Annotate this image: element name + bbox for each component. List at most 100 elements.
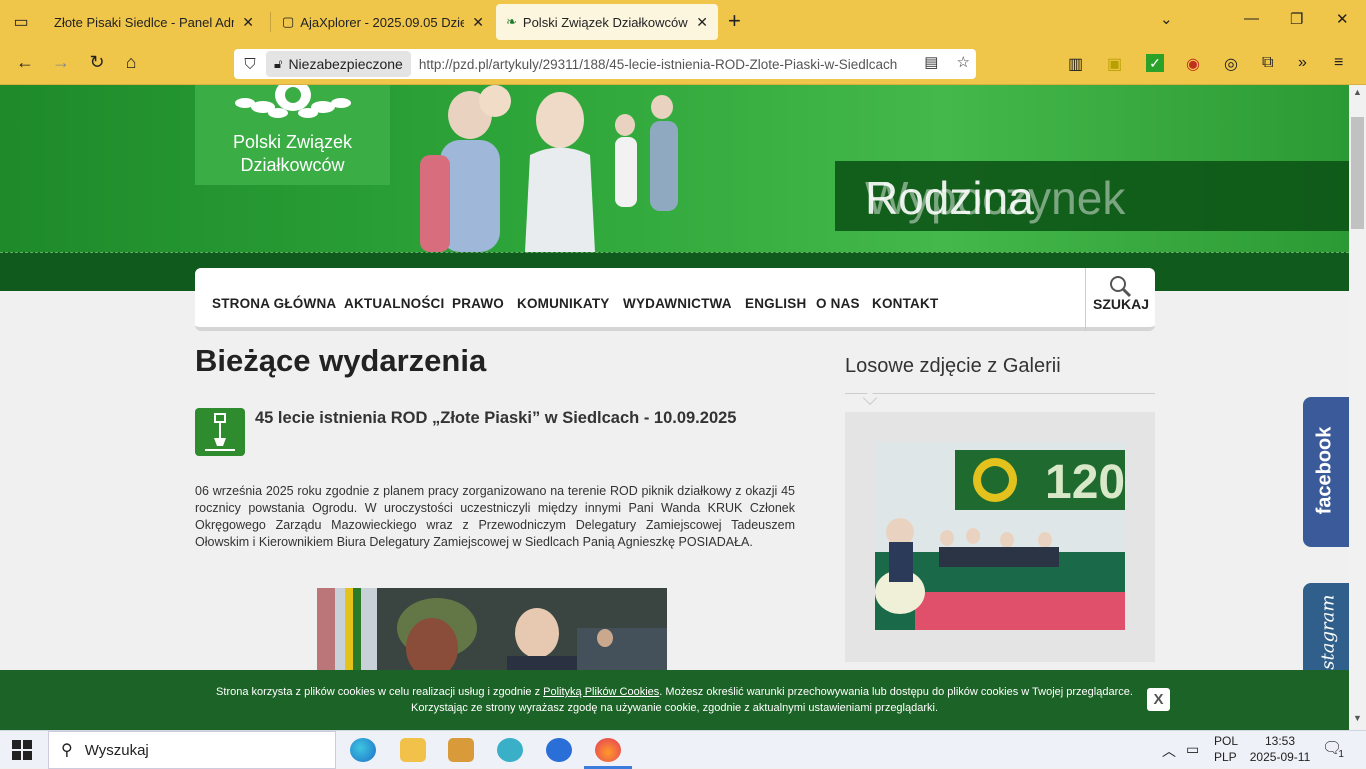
cookie-close-button[interactable]: X — [1147, 688, 1170, 711]
close-icon[interactable]: ✕ — [696, 14, 708, 31]
clock-time: 13:53 — [1264, 734, 1296, 748]
network-icon[interactable]: ▭ — [1186, 741, 1199, 758]
logo-name-line2: Działkowców — [240, 155, 345, 175]
scroll-down-icon[interactable]: ▼ — [1349, 713, 1366, 723]
check-extension-icon[interactable]: ✓ — [1146, 54, 1164, 73]
close-window-button[interactable]: ✕ — [1336, 10, 1349, 28]
media-player-icon[interactable] — [448, 738, 474, 762]
cookie-banner: Strona korzysta z plików cookies w celu … — [0, 670, 1349, 730]
app-swirl-icon[interactable] — [497, 738, 523, 762]
clock-date: 2025-09-11 — [1249, 750, 1311, 764]
gallery-banner-number: 120 — [1045, 456, 1125, 509]
security-indicator[interactable]: 🔓︎ Niezabezpieczone — [266, 51, 411, 77]
forward-arrow-icon[interactable]: → — [48, 52, 74, 73]
overflow-chevron-icon[interactable]: » — [1298, 54, 1307, 72]
tray-chevron-icon[interactable]: ︿ — [1162, 741, 1176, 761]
chevron-down-icon[interactable]: ⌄ — [1160, 10, 1173, 28]
menu-item-announcements[interactable]: KOMUNIKATY — [517, 296, 610, 311]
cookie-text-after: . Możesz określić warunki przechowywania… — [659, 686, 1133, 698]
windows-start-icon[interactable] — [12, 740, 32, 760]
restore-button[interactable]: ❐ — [1290, 10, 1303, 28]
app-blue-icon[interactable] — [546, 738, 572, 762]
menu-item-publications[interactable]: WYDAWNICTWA — [623, 296, 732, 311]
shield-icon[interactable]: ⛉ — [234, 56, 266, 73]
article-title: 45 lecie istnienia ROD „Złote Piaski” w … — [255, 409, 737, 427]
facebook-tab[interactable]: facebook — [1303, 397, 1349, 547]
gallery-title: Losowe zdjęcie z Galerii — [845, 355, 1061, 377]
scroll-up-icon[interactable]: ▲ — [1349, 87, 1366, 97]
new-tab-button[interactable]: + — [728, 8, 741, 34]
close-icon[interactable]: ✕ — [472, 14, 484, 31]
menu-item-contact[interactable]: KONTAKT — [872, 296, 938, 311]
slogan-word: Rodzina — [865, 172, 1034, 224]
windows-taskbar: ⚲ Wyszukaj ︿ ▭ POL PLP 13:53 2025-09-11 … — [0, 730, 1366, 769]
close-icon[interactable]: ✕ — [242, 14, 254, 31]
pzd-logo[interactable]: Polski Związek Działkowców — [195, 85, 390, 185]
article-photo[interactable] — [317, 588, 667, 670]
facebook-label: facebook — [1313, 426, 1336, 515]
search-label: SZUKAJ — [1092, 296, 1149, 312]
instagram-label: Instagram — [1317, 594, 1339, 670]
tab-zlote-pisaki[interactable]: Złote Pisaki Siedlce - Panel Administ ✕ — [44, 4, 264, 40]
language-indicator[interactable]: POL PLP — [1214, 733, 1238, 765]
tab-separator — [270, 12, 271, 32]
main-menu: STRONA GŁÓWNA AKTUALNOŚCI PRAWO KOMUNIKA… — [195, 268, 1155, 331]
menu-item-law[interactable]: PRAWO — [452, 296, 504, 311]
tab-ajaxplorer[interactable]: ▢ AjaXplorer - 2025.09.05 Dzien dz ✕ — [272, 4, 494, 40]
scroll-thumb[interactable] — [1351, 117, 1364, 229]
divider — [845, 393, 1155, 394]
article-body: 06 września 2025 roku zgodnie z planem p… — [195, 484, 795, 549]
notification-icon[interactable]: 🗨︎1 — [1322, 738, 1348, 760]
lang-line1: POL — [1214, 734, 1239, 748]
reader-view-icon[interactable]: ▤ — [924, 54, 938, 71]
page-scrollbar[interactable]: ▲ ▼ — [1349, 85, 1366, 730]
edge-icon[interactable] — [350, 738, 376, 762]
minimize-button[interactable]: — — [1244, 10, 1259, 27]
home-icon[interactable]: ⌂ — [118, 52, 144, 73]
taskbar-search-placeholder: Wyszukaj — [84, 741, 149, 759]
firefox-icon[interactable] — [595, 738, 621, 762]
menu-item-english[interactable]: ENGLISH — [745, 296, 806, 311]
tab-title: Polski Związek Działkowców - Bi — [522, 14, 688, 30]
menu-hamburger-icon[interactable]: ≡ — [1334, 54, 1343, 72]
logo-name-line1: Polski Związek — [232, 132, 353, 152]
tab-title: AjaXplorer - 2025.09.05 Dzien dz — [300, 14, 465, 30]
gallery-photo[interactable]: 120 — [875, 442, 1125, 630]
shovel-icon — [195, 408, 245, 456]
web-page: Wypoczynek Rodzina Polski Związek Działk… — [0, 85, 1349, 670]
file-explorer-icon[interactable] — [400, 738, 426, 762]
instagram-tab[interactable]: Instagram — [1303, 583, 1349, 670]
section-title: Bieżące wydarzenia — [195, 343, 487, 378]
page-icon: ▢ — [282, 14, 295, 29]
reload-icon[interactable]: ↻ — [84, 52, 110, 73]
taskbar-search[interactable]: ⚲ Wyszukaj — [48, 731, 336, 769]
url-actions: ▤ ☆ — [924, 53, 970, 71]
notification-count: 1 — [1338, 749, 1344, 760]
logo-name: Polski Związek Działkowców — [195, 131, 390, 177]
sun-logo-icon — [235, 85, 351, 118]
url-text[interactable]: http://pzd.pl/artykuly/29311/188/45-leci… — [419, 57, 919, 72]
search-button[interactable]: SZUKAJ — [1085, 268, 1155, 331]
menu-item-home[interactable]: STRONA GŁÓWNA — [212, 296, 336, 311]
insecure-lock-icon: 🔓︎ — [274, 56, 283, 71]
system-clock[interactable]: 13:53 2025-09-11 — [1248, 733, 1312, 765]
menu-item-news[interactable]: AKTUALNOŚCI — [344, 296, 444, 311]
extension-icon[interactable]: ▣ — [1107, 54, 1122, 74]
bookmark-star-icon[interactable]: ☆ — [957, 54, 970, 71]
account-icon[interactable]: ◎ — [1224, 54, 1238, 74]
lang-line2: PLP — [1214, 750, 1237, 764]
extensions-puzzle-icon[interactable]: ⧉ — [1262, 54, 1273, 72]
security-label: Niezabezpieczone — [288, 56, 403, 72]
back-arrow-icon[interactable]: ← — [12, 52, 38, 73]
menu-item-about[interactable]: O NAS — [816, 296, 860, 311]
browser-tab-bar: ▭ Złote Pisaki Siedlce - Panel Administ … — [0, 0, 1366, 44]
tab-pzd[interactable]: ❧ Polski Związek Działkowców - Bi ✕ — [496, 4, 718, 40]
sidebar-icon[interactable]: ▥ — [1068, 54, 1083, 74]
extension-2-icon[interactable]: ◉ — [1186, 54, 1200, 74]
address-bar[interactable]: ⛉ 🔓︎ Niezabezpieczone http://pzd.pl/arty… — [234, 49, 976, 79]
tab-list-icon[interactable]: ▭ — [0, 0, 42, 44]
cookie-policy-link[interactable]: Polityką Plików Cookies — [543, 686, 659, 698]
cookie-text-before: Strona korzysta z plików cookies w celu … — [216, 686, 544, 698]
family-photo — [420, 85, 678, 252]
search-icon — [1110, 276, 1132, 298]
